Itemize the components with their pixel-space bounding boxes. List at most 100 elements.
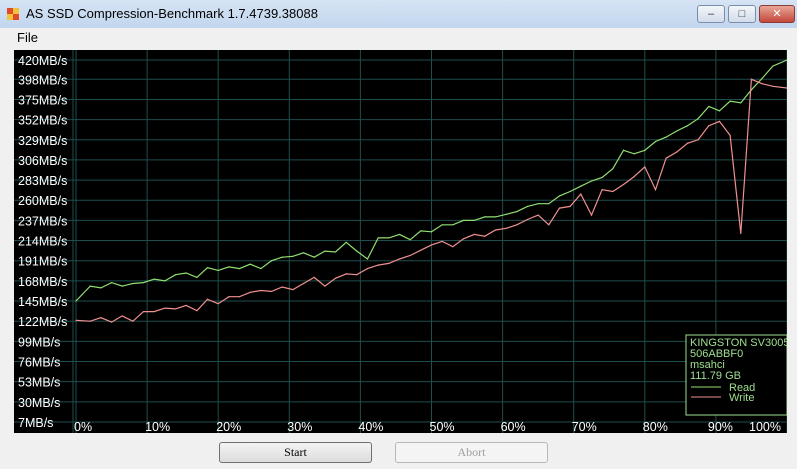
series-read-point (761, 77, 763, 80)
series-read-point (281, 256, 283, 258)
series-write-point (334, 277, 337, 279)
series-read-point (388, 237, 390, 239)
series-write-point (430, 244, 433, 246)
series-write-point (772, 85, 774, 87)
series-read-point (505, 213, 507, 215)
series-read-point (409, 239, 411, 241)
series-read-point (292, 255, 294, 257)
series-write-point (644, 166, 646, 168)
y-tick-label: 76MB/s (18, 356, 60, 370)
series-write-point (676, 151, 678, 153)
series-read-point (452, 224, 454, 226)
series-write-point (292, 289, 294, 291)
series-read-point (484, 216, 486, 218)
series-write-point (100, 317, 102, 319)
series-read-point (164, 280, 166, 282)
series-read-point (196, 276, 198, 278)
maximize-button[interactable]: □ (728, 5, 756, 23)
series-read-point (558, 195, 561, 197)
series-read-point (345, 241, 347, 243)
series-read-point (185, 272, 187, 274)
series-read-point (142, 282, 145, 284)
x-tick-label: 100% (749, 420, 781, 433)
y-tick-label: 420MB/s (18, 54, 67, 68)
series-write-point (612, 190, 614, 193)
series-read-point (302, 252, 305, 254)
series-write-point (398, 258, 401, 260)
series-read-point (473, 219, 475, 222)
x-tick-label: 40% (358, 420, 383, 433)
series-read-point (441, 224, 443, 226)
series-read-point (644, 149, 646, 151)
series-write-point (142, 310, 145, 313)
series-write-point (665, 157, 667, 159)
series-read-point (686, 125, 689, 127)
x-tick-label: 0% (74, 420, 92, 433)
series-write-point (356, 274, 358, 276)
x-tick-label: 10% (145, 420, 170, 433)
series-write-point (452, 246, 454, 248)
minimize-button[interactable]: – (697, 5, 725, 23)
abort-button[interactable]: Abort (395, 442, 548, 463)
series-write-point (441, 240, 443, 243)
series-write-point (238, 296, 241, 298)
legend-write-label: Write (729, 392, 754, 404)
series-read-point (633, 153, 635, 155)
x-tick-label: 70% (572, 420, 597, 433)
chart-background (14, 50, 787, 433)
series-read-point (654, 140, 657, 143)
series-write-point (313, 276, 315, 278)
y-tick-label: 145MB/s (18, 295, 67, 309)
close-button[interactable]: ✕ (759, 5, 795, 23)
series-write-point (164, 307, 166, 309)
series-read-point (249, 263, 251, 265)
series-write-point (718, 120, 721, 122)
series-read-point (356, 250, 358, 252)
series-write-point (196, 310, 198, 312)
series-write-point (366, 268, 369, 270)
series-write-point (697, 139, 699, 141)
series-write-point (345, 273, 347, 275)
series-write-point (729, 134, 731, 136)
series-read-point (537, 203, 539, 205)
series-write-point (569, 205, 571, 207)
series-read-point (590, 180, 593, 182)
series-write-point (761, 83, 763, 85)
series-read-point (494, 216, 497, 218)
series-write-point (377, 264, 379, 266)
series-read-point (334, 251, 337, 253)
menu-file[interactable]: File (17, 30, 38, 45)
series-read-point (430, 231, 433, 233)
series-write-point (654, 189, 657, 191)
x-tick-label: 20% (216, 420, 241, 433)
series-write-point (302, 282, 305, 285)
series-read-point (516, 211, 518, 213)
series-write-point (505, 227, 507, 229)
series-write-point (622, 183, 625, 186)
series-write-point (750, 78, 753, 80)
series-write-point (185, 304, 187, 307)
series-write-point (516, 224, 518, 226)
series-read-point (708, 105, 710, 108)
series-read-point (398, 233, 401, 236)
series-read-point (665, 136, 667, 138)
y-tick-label: 283MB/s (18, 174, 67, 188)
series-read-point (697, 118, 699, 120)
series-read-point (580, 185, 582, 187)
series-write-point (324, 285, 326, 287)
y-tick-label: 99MB/s (18, 335, 60, 349)
series-read-point (729, 100, 731, 102)
series-write-point (89, 320, 91, 322)
start-button[interactable]: Start (219, 442, 372, 463)
series-write-point (740, 232, 742, 235)
y-tick-label: 214MB/s (18, 235, 67, 249)
y-tick-label: 329MB/s (18, 134, 67, 148)
series-read-point (100, 287, 102, 289)
series-read-point (313, 256, 315, 258)
series-write-point (270, 290, 273, 292)
x-tick-label: 60% (501, 420, 526, 433)
series-write-point (217, 303, 219, 305)
y-tick-label: 352MB/s (18, 114, 67, 128)
app-icon (7, 8, 19, 20)
series-write-point (388, 262, 390, 264)
